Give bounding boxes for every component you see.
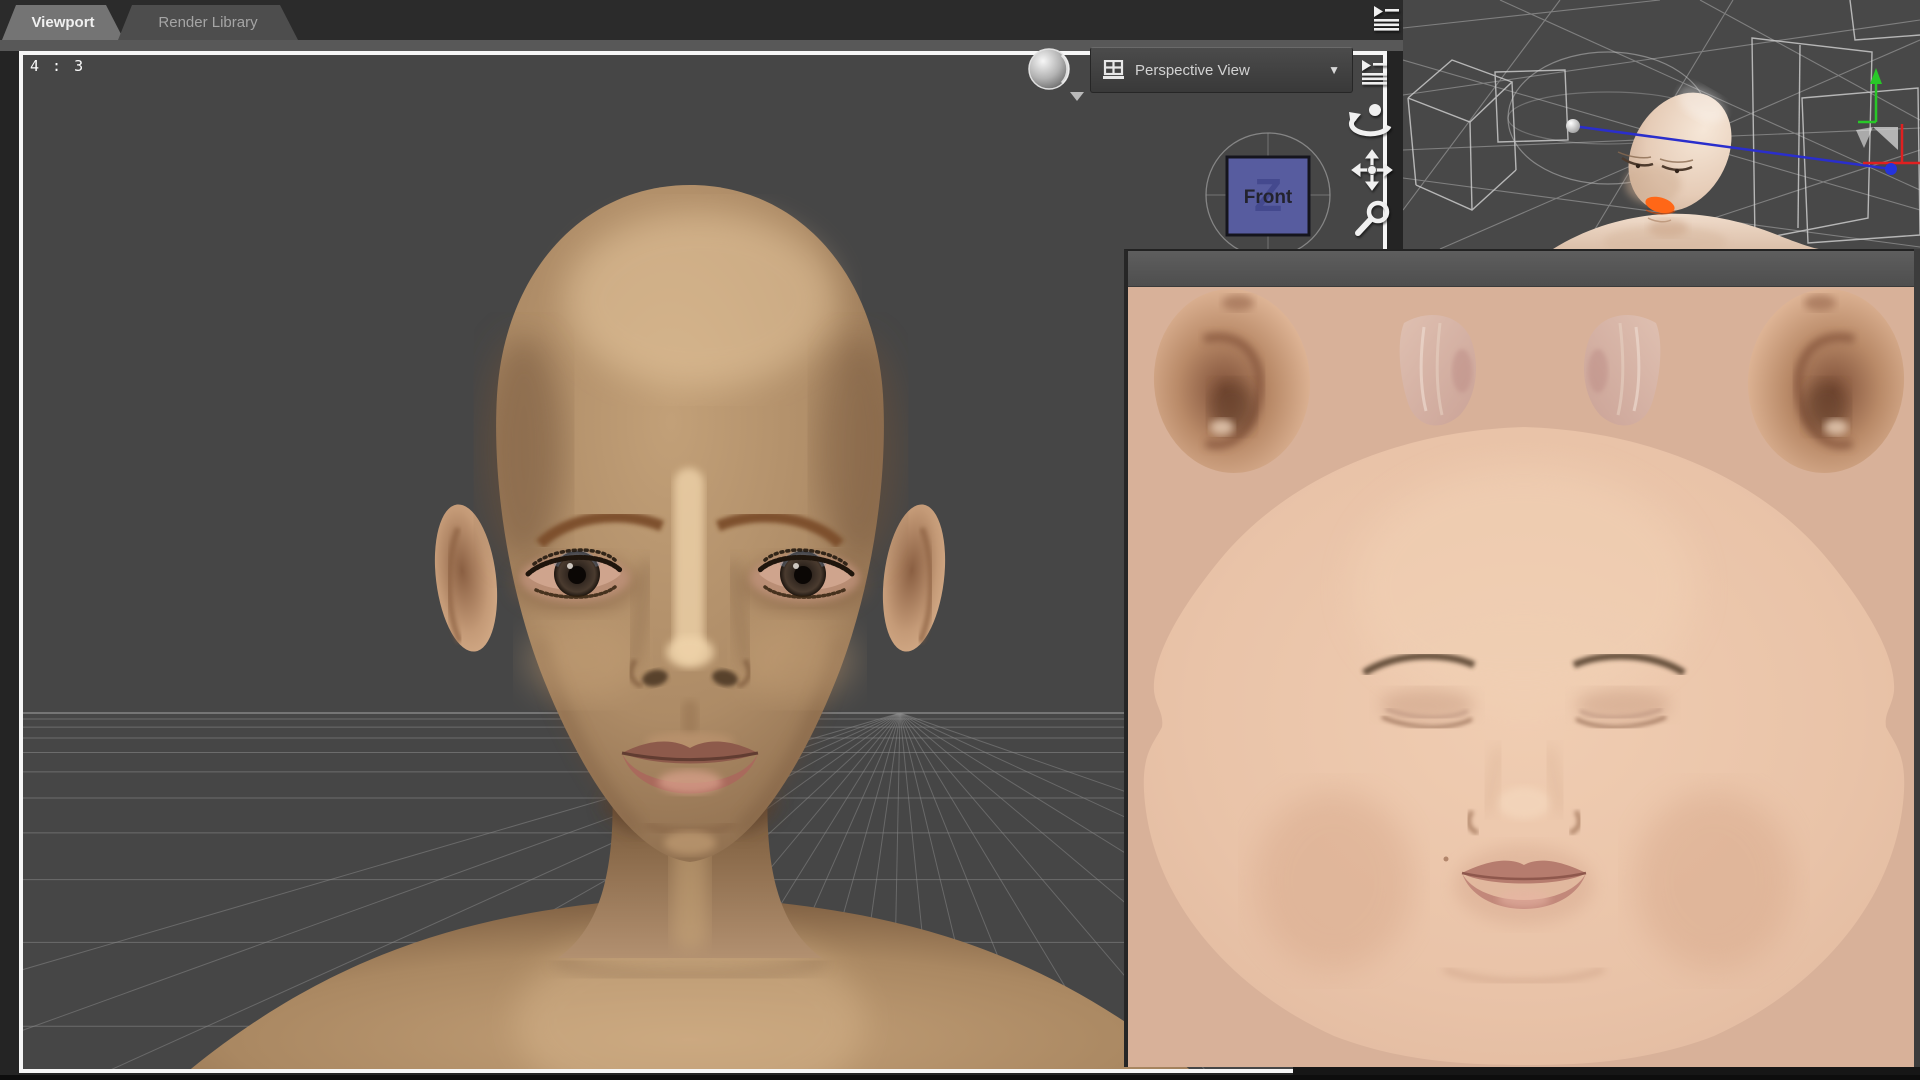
- pane-tab-bar: Viewport Render Library: [0, 0, 1403, 40]
- camera-selector-arrow-icon: ▼: [1328, 63, 1340, 77]
- aspect-ratio-label: 4 : 3: [30, 57, 85, 75]
- view-navigator-cube[interactable]: Z Front: [1195, 125, 1345, 257]
- camera-window-icon: [1103, 60, 1125, 80]
- texture-face-island: [1144, 427, 1904, 1065]
- tab-render-library[interactable]: Render Library: [118, 5, 298, 40]
- gizmo-z-handle: [1885, 163, 1897, 175]
- uv-texture-image: [1128, 287, 1914, 1067]
- texture-panel-titlebar[interactable]: [1128, 251, 1914, 287]
- tab-viewport-label: Viewport: [31, 14, 94, 31]
- tab-render-library-label: Render Library: [158, 14, 257, 31]
- viewport-tool-column: [1345, 0, 1405, 250]
- orbit-tool-icon[interactable]: [1349, 104, 1389, 134]
- viewport-options-menu-icon[interactable]: [1362, 60, 1387, 85]
- application-window: Viewport Render Library: [0, 0, 1920, 1080]
- camera-selector-dropdown[interactable]: Perspective View ▼: [1090, 47, 1353, 93]
- draw-style-button[interactable]: [1026, 44, 1096, 106]
- panel-edge-gap: [1914, 249, 1920, 1067]
- aux-figure: [1553, 74, 1820, 249]
- draw-style-dropdown-arrow-icon[interactable]: [1070, 92, 1084, 101]
- navigator-face-label: Front: [1244, 187, 1293, 208]
- texture-eyelid-left: [1400, 315, 1476, 426]
- pane-options-menu-icon[interactable]: [1374, 6, 1399, 31]
- pan-dolly-tool-icon[interactable]: [1352, 150, 1392, 190]
- camera-selector-label: Perspective View: [1135, 62, 1250, 79]
- texture-map-panel: [1124, 249, 1914, 1067]
- zoom-tool-icon[interactable]: [1358, 203, 1387, 233]
- tab-viewport[interactable]: Viewport: [2, 5, 124, 40]
- texture-eyelid-right: [1584, 315, 1660, 426]
- shaded-sphere-icon: [1029, 49, 1069, 89]
- aux-wireframe-viewport[interactable]: [1403, 0, 1920, 249]
- window-bottom-edge: [0, 1075, 1920, 1080]
- guide-endpoint-sphere: [1566, 119, 1580, 133]
